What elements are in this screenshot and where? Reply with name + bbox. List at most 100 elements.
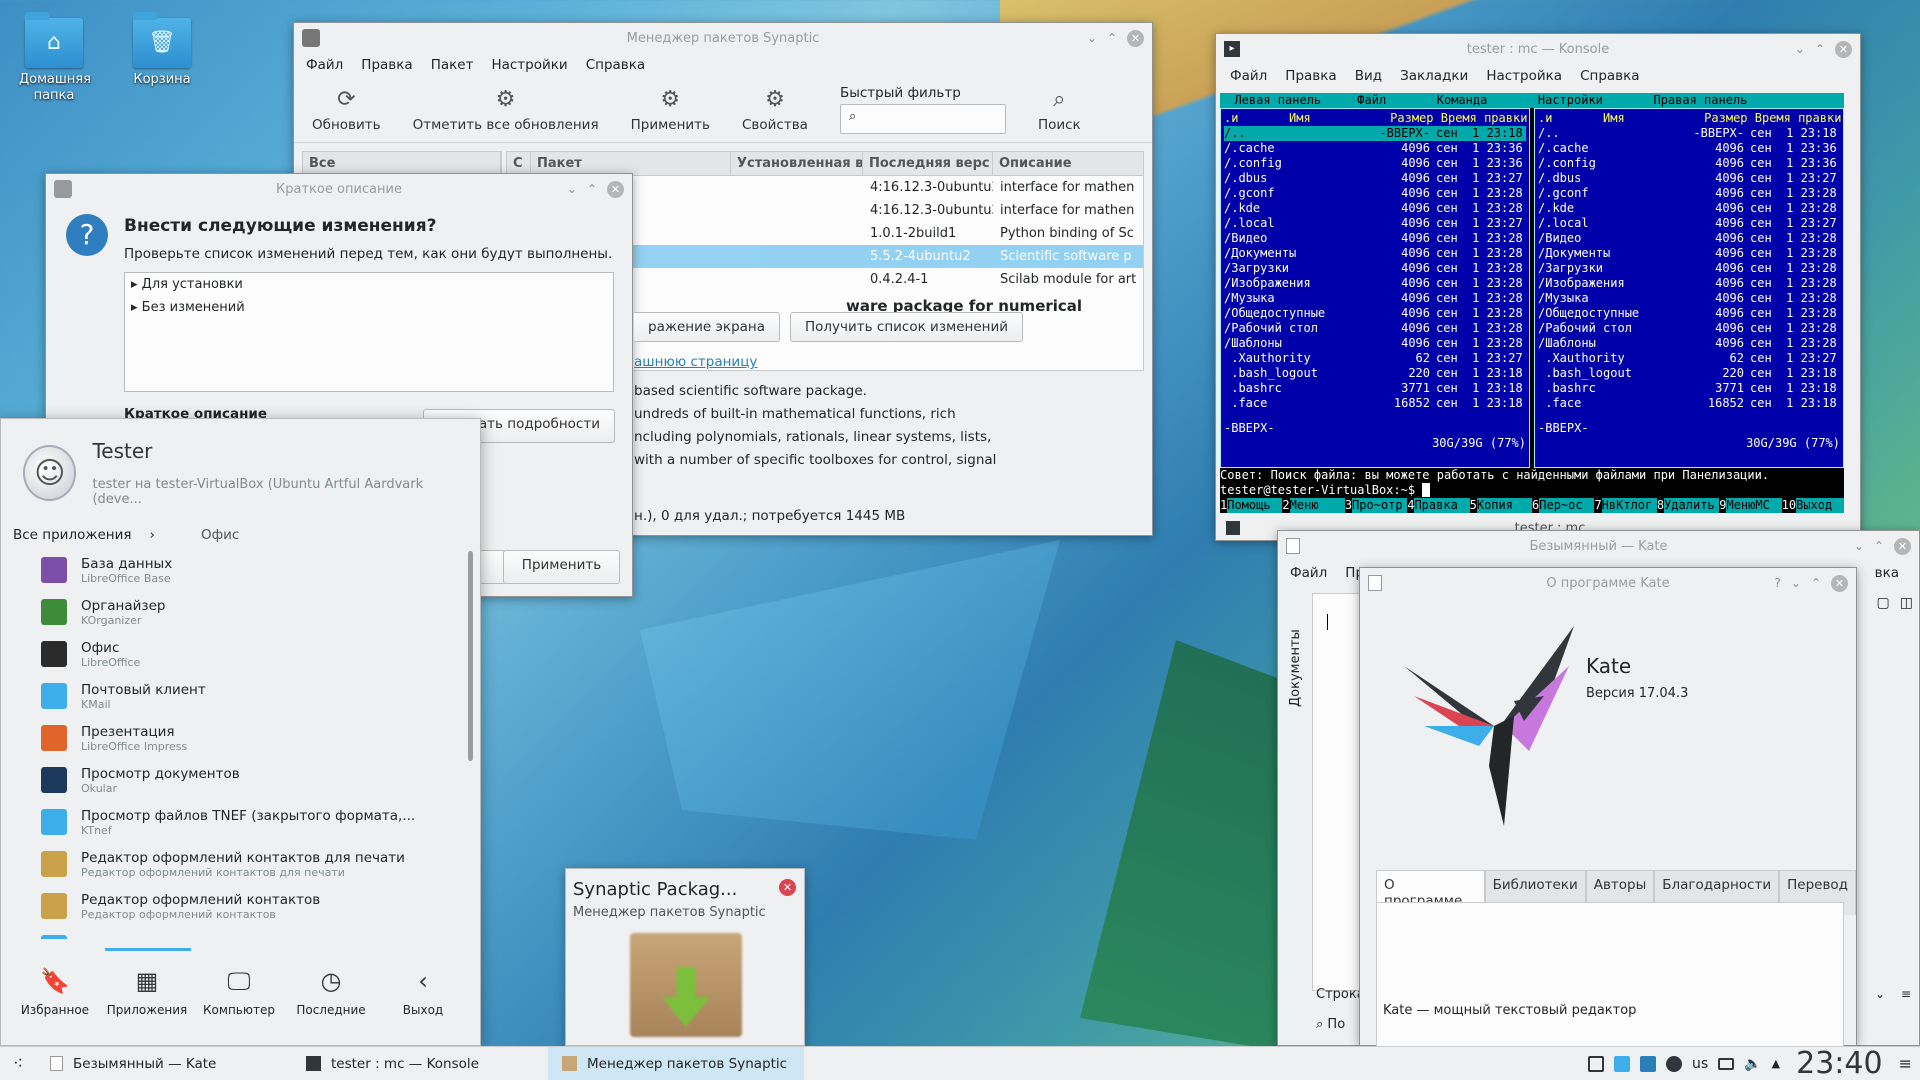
menu-file[interactable]: Файл	[1290, 565, 1327, 581]
menu-settings[interactable]: вка	[1875, 565, 1899, 581]
mc-file-row[interactable]: /.local 4096 сен 1 23:27	[1224, 216, 1526, 231]
breadcrumb-office[interactable]: Офис	[201, 527, 239, 543]
menu-help[interactable]: Справка	[586, 57, 645, 73]
mc-right-panel[interactable]: .и Имя Размер Время правки/.. -ВВЕРХ-сен …	[1534, 108, 1844, 468]
menu-help[interactable]: Справка	[1580, 68, 1639, 84]
properties-button[interactable]: ⚙ Свойства	[742, 87, 808, 133]
breadcrumb-all-apps[interactable]: Все приложения	[13, 527, 132, 543]
app-list-item[interactable]: Просмотр файлов TNEF (закрытого формата,…	[1, 801, 480, 843]
mc-file-row[interactable]: /Изображения 4096 сен 1 23:28	[1224, 276, 1526, 291]
minimize-icon[interactable]: ⌄	[567, 182, 577, 196]
mc-fkey[interactable]: 7 НвКтлог	[1594, 498, 1657, 513]
mc-file-row[interactable]: /.cache 4096 сен 1 23:36	[1538, 141, 1840, 156]
launcher-nav-bookmark[interactable]: 🔖 Избранное	[17, 967, 93, 1017]
mc-fkey[interactable]: 8 Удалить	[1657, 498, 1720, 513]
mc-file-row[interactable]: .face 16852 сен 1 23:18	[1224, 396, 1526, 411]
mc-file-row[interactable]: /.. -ВВЕРХ-сен 1 23:18	[1224, 126, 1526, 141]
mc-file-row[interactable]: /Шаблоны 4096 сен 1 23:28	[1224, 336, 1526, 351]
menu-edit[interactable]: Правка	[361, 57, 412, 73]
filter-all[interactable]: Все	[303, 152, 501, 175]
keyboard-layout[interactable]: us	[1692, 1056, 1708, 1072]
quick-filter-input[interactable]: ⌕	[839, 104, 1006, 134]
mc-left-panel[interactable]: .и Имя Размер Время правки/.. -ВВЕРХ-сен …	[1220, 108, 1530, 468]
menu-package[interactable]: Пакет	[431, 57, 474, 73]
mc-file-row[interactable]: /Рабочий стол 4096 сен 1 23:28	[1538, 321, 1840, 336]
maximize-icon[interactable]: ⌃	[1107, 31, 1117, 45]
mc-file-row[interactable]: /Загрузки 4096 сен 1 23:28	[1538, 261, 1840, 276]
mc-fkey[interactable]: 5 Копия	[1470, 498, 1533, 513]
mc-fkey[interactable]: 3 Про~отр	[1345, 498, 1408, 513]
close-icon[interactable]: ✕	[1894, 537, 1911, 555]
mc-file-row[interactable]: /Музыка 4096 сен 1 23:28	[1224, 291, 1526, 306]
menu-view[interactable]: Вид	[1355, 68, 1382, 84]
mc-file-row[interactable]: .bash_logout 220 сен 1 23:18	[1538, 366, 1840, 381]
app-list-item[interactable]: Офис LibreOffice	[1, 633, 480, 675]
mc-file-row[interactable]: /Видео 4096 сен 1 23:28	[1538, 231, 1840, 246]
mark-all-upgrades-button[interactable]: ⚙ Отметить все обновления	[413, 87, 599, 133]
mc-file-row[interactable]: /.config 4096 сен 1 23:36	[1538, 156, 1840, 171]
mc-file-row[interactable]: /Документы 4096 сен 1 23:28	[1224, 246, 1526, 261]
konsole-titlebar[interactable]: ▸ tester : mc — Konsole ⌄ ⌃ ✕	[1216, 34, 1860, 64]
menu-settings[interactable]: Настройки	[491, 57, 567, 73]
tree-item-install[interactable]: ▸ Для установки	[131, 277, 607, 300]
network-icon[interactable]	[1666, 1055, 1683, 1072]
apply-button[interactable]: ⚙ Применить	[631, 87, 710, 133]
close-icon[interactable]: ✕	[1127, 29, 1144, 47]
mc-file-row[interactable]: /Видео 4096 сен 1 23:28	[1224, 231, 1526, 246]
app-list-scrollbar[interactable]	[468, 551, 473, 761]
mc-file-row[interactable]: /Рабочий стол 4096 сен 1 23:28	[1224, 321, 1526, 336]
mc-file-row[interactable]: /Документы 4096 сен 1 23:28	[1538, 246, 1840, 261]
homepage-link[interactable]: ашнюю страницу	[634, 354, 1144, 370]
tray-expand-icon[interactable]: ▲	[1772, 1057, 1780, 1070]
task-synaptic[interactable]: Менеджер пакетов Synaptic	[548, 1046, 804, 1080]
minimize-icon[interactable]: ⌄	[1087, 31, 1097, 45]
mc-file-row[interactable]: .bashrc 3771 сен 1 23:18	[1538, 381, 1840, 396]
about-titlebar[interactable]: О программе Kate ? ⌄ ⌃ ✕	[1360, 568, 1856, 598]
app-list-item[interactable]: Редактор оформления почтовых заголовков	[1, 927, 480, 939]
app-list-item[interactable]: Почтовый клиент KMail	[1, 675, 480, 717]
updates-icon[interactable]	[1614, 1055, 1631, 1072]
menu-file[interactable]: Файл	[1230, 68, 1267, 84]
help-icon[interactable]: ?	[1775, 576, 1781, 590]
split-view-icon[interactable]: ◫	[1900, 595, 1913, 611]
launcher-nav-monitor[interactable]: 🖵 Компьютер	[201, 967, 277, 1017]
screenshot-button[interactable]: ражение экрана	[634, 312, 781, 342]
mc-file-row[interactable]: /.local 4096 сен 1 23:27	[1538, 216, 1840, 231]
launcher-nav-arrow-left[interactable]: ‹ Выход	[385, 967, 461, 1017]
mc-fkey[interactable]: 10 Выход	[1782, 498, 1845, 513]
mc-file-row[interactable]: /.gconf 4096 сен 1 23:28	[1224, 186, 1526, 201]
mc-file-row[interactable]: .bash_logout 220 сен 1 23:18	[1224, 366, 1526, 381]
mc-file-row[interactable]: /Загрузки 4096 сен 1 23:28	[1224, 261, 1526, 276]
col-package[interactable]: Пакет	[531, 152, 731, 175]
mc-fkey[interactable]: 9 МенюМС	[1719, 498, 1782, 513]
volume-icon[interactable]: 🔈	[1744, 1056, 1761, 1072]
mc-file-row[interactable]: /.. -ВВЕРХ-сен 1 23:18	[1538, 126, 1840, 141]
launcher-button[interactable]: ⁖	[0, 1047, 36, 1080]
close-icon[interactable]: ✕	[1831, 574, 1848, 592]
mc-fkey[interactable]: 6 Пер~ос	[1532, 498, 1595, 513]
mc-file-row[interactable]: /.cache 4096 сен 1 23:36	[1224, 141, 1526, 156]
mc-file-row[interactable]: .face 16852 сен 1 23:18	[1538, 396, 1840, 411]
display-icon[interactable]	[1718, 1057, 1735, 1070]
desktop-icon-trash[interactable]: 🗑 Корзина	[114, 12, 210, 87]
mc-file-row[interactable]: /Общедоступные 4096 сен 1 23:28	[1224, 306, 1526, 321]
shell-prompt[interactable]: tester@tester-VirtualBox:~$	[1220, 483, 1844, 498]
app-list-item[interactable]: База данных LibreOffice Base	[1, 549, 480, 591]
maximize-icon[interactable]: ⌃	[1811, 576, 1821, 590]
package-updates-icon[interactable]	[1640, 1055, 1657, 1072]
summary-titlebar[interactable]: Краткое описание ⌄ ⌃ ✕	[46, 174, 632, 204]
mc-file-row[interactable]: /.gconf 4096 сен 1 23:28	[1538, 186, 1840, 201]
close-icon[interactable]: ✕	[607, 180, 624, 198]
kate-search[interactable]: ⌕ По	[1316, 1017, 1345, 1032]
launcher-nav-clock[interactable]: ◷ Последние	[293, 967, 369, 1017]
maximize-icon[interactable]: ⌃	[1874, 539, 1884, 553]
menu-bookmarks[interactable]: Закладки	[1400, 68, 1468, 84]
clock[interactable]: 23:40	[1796, 1046, 1882, 1080]
mc-fkey[interactable]: 2 Меню	[1282, 498, 1345, 513]
app-list-item[interactable]: Редактор оформлений контактов Редактор оф…	[1, 885, 480, 927]
editor-area[interactable]	[1312, 593, 1362, 991]
mc-file-row[interactable]: /Изображения 4096 сен 1 23:28	[1538, 276, 1840, 291]
col-latest[interactable]: Последняя верс	[863, 152, 993, 175]
terminal[interactable]: Левая панель Файл Команда Настройки Прав…	[1220, 93, 1845, 513]
kate-menu-icon[interactable]: ≡	[1901, 987, 1911, 1001]
